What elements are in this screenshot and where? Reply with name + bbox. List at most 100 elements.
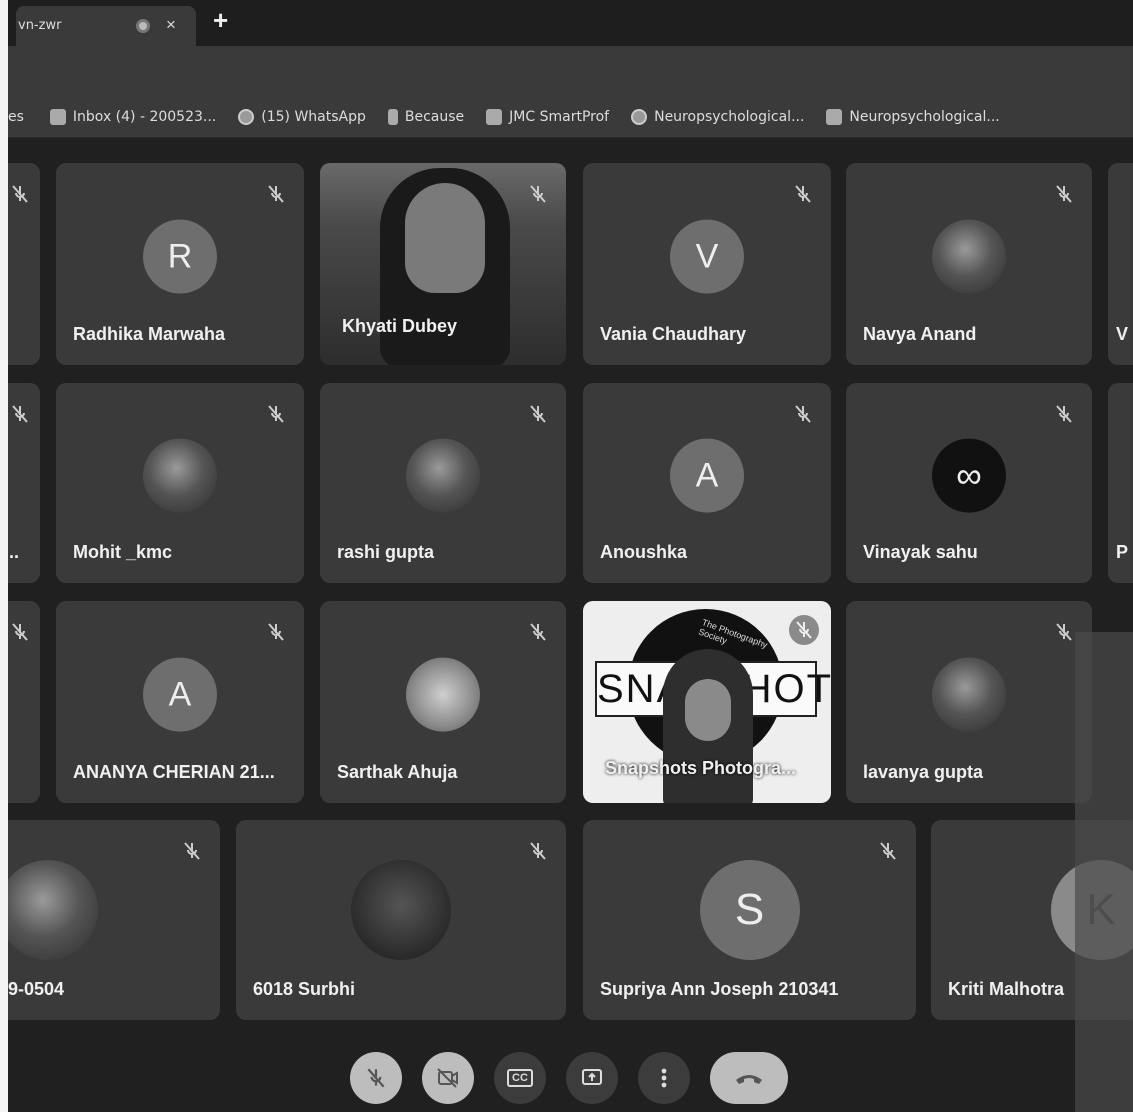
mic-off-icon xyxy=(795,405,811,423)
participant-tile-active[interactable]: The Photography Society SNAPSHOTS Snapsh… xyxy=(583,601,831,803)
participant-tile[interactable]: A Anoushka xyxy=(583,383,831,583)
bookmark-item[interactable]: Neuropsychological... xyxy=(826,108,1000,125)
mic-off-icon xyxy=(12,405,28,423)
avatar: A xyxy=(670,438,744,513)
more-options-button[interactable] xyxy=(638,1052,690,1104)
mic-off-icon xyxy=(184,842,200,860)
bookmark-label: JMC SmartProf xyxy=(509,108,610,125)
participant-name: V xyxy=(1116,324,1129,344)
infinity-icon: ∞ xyxy=(932,438,1006,513)
participant-name: Snapshots Photogra... xyxy=(605,758,797,778)
participant-tile-partial[interactable] xyxy=(8,163,40,365)
camera-off-button[interactable] xyxy=(422,1052,474,1104)
bookmark-item[interactable]: Neuropsychological... xyxy=(631,108,805,125)
camera-off-icon xyxy=(437,1068,458,1088)
recording-indicator-icon xyxy=(136,19,150,33)
leave-call-button[interactable] xyxy=(710,1052,788,1104)
bookmark-item[interactable]: Because xyxy=(387,108,464,125)
participant-tile[interactable]: lavanya gupta xyxy=(846,601,1092,803)
meeting-stage: ... V P R Radhika Marwaha Khyati Dubey V… xyxy=(8,138,1133,1112)
bookmark-item[interactable]: es xyxy=(8,109,24,125)
participant-tile[interactable]: R Radhika Marwaha xyxy=(56,163,304,365)
mic-off-icon xyxy=(789,615,819,645)
bookmark-label: Neuropsychological... xyxy=(654,108,805,125)
participant-name: rashi gupta xyxy=(337,542,435,562)
close-tab-icon[interactable]: × xyxy=(166,15,176,35)
participant-name: Mohit _kmc xyxy=(73,542,173,562)
participant-name: Vinayak sahu xyxy=(863,542,978,562)
participant-tile[interactable]: Navya Anand xyxy=(846,163,1092,365)
participant-tile-partial[interactable] xyxy=(8,601,40,803)
participant-name: ... xyxy=(8,542,20,562)
more-vert-icon xyxy=(661,1068,667,1088)
phone-hangup-icon xyxy=(736,1075,762,1084)
bookmark-item[interactable]: Inbox (4) - 200523... xyxy=(49,108,217,125)
present-icon xyxy=(582,1069,602,1085)
mic-off-icon xyxy=(795,185,811,203)
mic-off-icon xyxy=(268,623,284,641)
side-panel-edge xyxy=(1075,632,1133,1112)
bookmark-item[interactable]: JMC SmartProf xyxy=(486,108,610,125)
participant-name: Radhika Marwaha xyxy=(73,324,226,344)
mic-off-icon xyxy=(12,185,28,203)
participant-tile[interactable]: ∞ Vinayak sahu xyxy=(846,383,1092,583)
mic-off-icon xyxy=(530,405,546,423)
mic-off-icon xyxy=(1056,623,1072,641)
avatar: S xyxy=(699,860,800,960)
mic-off-icon xyxy=(1056,405,1072,423)
mic-off-icon xyxy=(12,623,28,641)
avatar xyxy=(406,657,480,732)
participant-name: Kriti Malhotra xyxy=(948,979,1065,999)
left-edge xyxy=(0,46,8,1112)
participant-name: 6018 Surbhi xyxy=(253,979,356,999)
browser-tab[interactable]: vn-zwr × xyxy=(16,6,196,46)
bookmark-item[interactable]: (15) WhatsApp xyxy=(238,108,366,125)
mic-off-icon xyxy=(880,842,896,860)
address-bar[interactable] xyxy=(8,46,1133,96)
bookmark-label: es xyxy=(8,108,24,125)
cc-icon: CC xyxy=(507,1069,533,1087)
participant-tile[interactable]: Sarthak Ahuja xyxy=(320,601,566,803)
mic-off-icon xyxy=(530,185,546,203)
participant-tile-partial[interactable]: P xyxy=(1108,383,1133,583)
avatar: R xyxy=(143,219,217,294)
participant-name: P xyxy=(1116,542,1129,562)
gmail-icon xyxy=(49,108,66,125)
participant-tile[interactable]: S Supriya Ann Joseph 210341 xyxy=(583,820,916,1020)
bookmark-label: Inbox (4) - 200523... xyxy=(72,108,217,125)
bookmarks-bar: es Inbox (4) - 200523... (15) WhatsApp B… xyxy=(8,96,1133,138)
mic-off-icon xyxy=(268,185,284,203)
participant-tile[interactable]: 6018 Surbhi xyxy=(236,820,566,1020)
call-controls: CC xyxy=(350,1052,808,1104)
bookmark-label: Neuropsychological... xyxy=(849,108,1000,125)
avatar xyxy=(351,860,451,960)
participant-tile[interactable]: Khyati Dubey xyxy=(320,163,566,365)
browser-tabstrip: vn-zwr × + xyxy=(0,0,1133,46)
participant-tile[interactable]: rashi gupta xyxy=(320,383,566,583)
participant-tile[interactable]: Mohit _kmc xyxy=(56,383,304,583)
participant-name: Vania Chaudhary xyxy=(600,324,747,344)
participant-name: Sarthak Ahuja xyxy=(337,762,458,782)
participant-tile-partial[interactable]: V xyxy=(1108,163,1133,365)
bookmark-icon xyxy=(387,108,398,125)
avatar xyxy=(932,657,1006,732)
captions-button[interactable]: CC xyxy=(494,1052,546,1104)
avatar xyxy=(932,219,1006,294)
mic-off-icon xyxy=(1056,185,1072,203)
ios-icon xyxy=(826,108,843,125)
participant-name: Khyati Dubey xyxy=(342,316,458,336)
participant-tile[interactable]: A ANANYA CHERIAN 21... xyxy=(56,601,304,803)
mic-off-icon xyxy=(367,1068,385,1088)
smartprof-icon xyxy=(486,108,503,125)
mic-off-icon xyxy=(530,842,546,860)
participant-tile-partial[interactable]: ... xyxy=(8,383,40,583)
present-button[interactable] xyxy=(566,1052,618,1104)
participant-tile[interactable]: 9-0504 xyxy=(8,820,220,1020)
microphone-off-button[interactable] xyxy=(350,1052,402,1104)
participant-tile[interactable]: V Vania Chaudhary xyxy=(583,163,831,365)
new-tab-button[interactable]: + xyxy=(213,5,228,36)
participant-name: Navya Anand xyxy=(863,324,977,344)
link-icon xyxy=(631,108,648,125)
avatar: A xyxy=(143,657,217,732)
tab-title: vn-zwr xyxy=(18,18,62,33)
